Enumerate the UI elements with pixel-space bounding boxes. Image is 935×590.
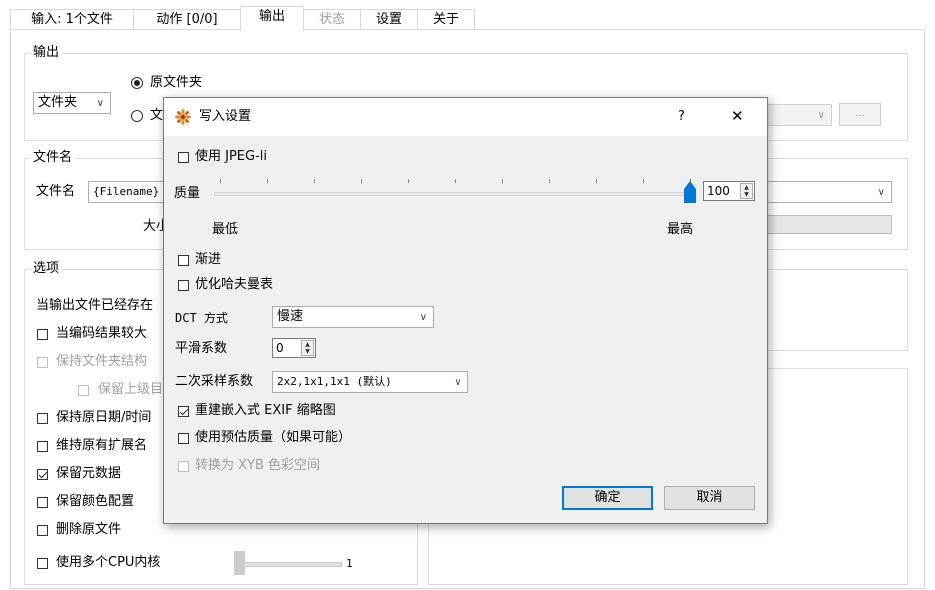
options-group-title: 选项 [30,261,63,277]
keep-folder-structure-checkbox[interactable] [37,357,48,368]
output-folder-combo-value: 文件夹 [38,95,78,110]
keep-parent-dir-checkbox[interactable] [78,385,89,396]
progressive-label: 渐进 [195,252,222,267]
quality-tick [267,179,268,183]
keep-extension-label: 维持原有扩展名 [56,438,148,453]
use-estimated-quality-checkbox[interactable] [178,433,189,444]
tab-settings[interactable]: 设置 [360,9,418,30]
cpu-slider-thumb[interactable] [234,551,245,575]
keep-color-profile-label: 保留颜色配置 [56,494,135,509]
subsampling-combo-value: 2x2,1x1,1x1 (默认) [277,375,392,388]
smooth-spinbox[interactable]: 0 ▲ ▼ [272,338,316,358]
optimize-huffman-checkbox[interactable] [178,280,189,291]
progressive-checkbox[interactable] [178,255,189,266]
keep-metadata-label: 保留元数据 [56,466,122,481]
delete-original-label: 删除原文件 [56,522,122,537]
quality-tick [220,179,221,183]
quality-tick [643,179,644,183]
quality-tick [314,179,315,183]
tab-actions[interactable]: 动作 [0/0] [133,9,241,30]
radio-other-folder-label: 文 [150,108,164,123]
help-button[interactable]: ? [678,109,685,125]
tab-output[interactable]: 输出 [240,6,304,31]
convert-xyb-checkbox[interactable] [178,461,189,472]
optimize-huffman-label: 优化哈夫曼表 [195,277,274,292]
quality-slider-thumb[interactable] [684,181,696,203]
tab-status[interactable]: 状态 [303,9,361,30]
app-icon [175,109,191,125]
rebuild-exif-checkbox[interactable] [178,406,189,417]
dialog-title: 写入设置 [199,109,252,124]
keep-color-profile-checkbox[interactable] [37,497,48,508]
quality-tick [408,179,409,183]
quality-tick [596,179,597,183]
radio-original-folder-label: 原文件夹 [150,75,203,90]
output-group-title: 输出 [30,45,63,61]
keep-parent-dir-label: 保留上级目 [98,382,164,397]
tab-about[interactable]: 关于 [417,9,475,30]
filename-format-combo[interactable]: ∨ [766,181,892,203]
quality-max-label: 最高 [667,222,694,237]
write-settings-dialog: 写入设置 ? ✕ 使用 JPEG-li 质量 100 ▲ ▼ 最低 最高 渐进 优… [163,97,768,524]
keep-date-checkbox[interactable] [37,413,48,424]
cpu-value: 1 [346,557,353,570]
smooth-label: 平滑系数 [175,341,228,356]
ok-button[interactable]: 确定 [562,486,653,510]
close-icon[interactable]: ✕ [731,108,744,124]
cpu-slider-track[interactable] [244,562,342,567]
chevron-down-icon: ∨ [877,187,885,198]
use-jpegli-label: 使用 JPEG-li [195,149,268,164]
encode-larger-checkbox[interactable] [37,329,48,340]
dct-label: DCT 方式 [175,311,228,325]
use-jpegli-checkbox[interactable] [178,152,189,163]
chevron-down-icon: ∨ [817,110,825,121]
quality-spinbox-value: 100 [707,184,730,198]
delete-original-checkbox[interactable] [37,525,48,536]
browse-button[interactable]: ... [839,103,881,126]
subsampling-combo[interactable]: 2x2,1x1,1x1 (默认) ∨ [272,371,468,393]
smooth-spinbox-value: 0 [276,341,284,355]
convert-xyb-label: 转换为 XYB 色彩空间 [195,458,321,473]
quality-tick [502,179,503,183]
quality-spinbox[interactable]: 100 ▲ ▼ [703,181,755,201]
chevron-down-icon: ∨ [419,312,427,323]
use-estimated-quality-label: 使用预估质量（如果可能） [195,430,352,445]
folder-path-combo[interactable]: ∨ [766,104,832,126]
dct-combo[interactable]: 慢速 ∨ [272,306,434,328]
chevron-down-icon: ∨ [96,98,104,109]
keep-extension-checkbox[interactable] [37,441,48,452]
filename-label: 文件名 [36,184,76,199]
rebuild-exif-label: 重建嵌入式 EXIF 缩略图 [195,403,336,418]
dct-combo-value: 慢速 [277,309,304,324]
quality-tick [361,179,362,183]
multi-cpu-checkbox[interactable] [37,558,48,569]
size-progress-bar [766,215,892,234]
subsampling-label: 二次采样系数 [175,374,254,389]
multi-cpu-label: 使用多个CPU内核 [56,555,161,570]
filename-input[interactable]: {Filename} [88,181,168,203]
quality-label: 质量 [174,186,201,201]
cancel-button[interactable]: 取消 [664,486,755,510]
spin-arrows-icon[interactable]: ▲ ▼ [740,183,753,199]
chevron-down-icon: ∨ [454,377,461,388]
quality-tick [549,179,550,183]
encode-larger-label: 当编码结果较大 [56,326,148,341]
spin-arrows-icon[interactable]: ▲ ▼ [301,340,314,356]
quality-tick [455,179,456,183]
keep-metadata-checkbox[interactable] [37,469,48,480]
keep-date-label: 保持原日期/时间 [56,410,152,425]
filename-group-title: 文件名 [30,150,76,166]
radio-original-folder[interactable] [131,77,143,89]
keep-folder-structure-label: 保持文件夹结构 [56,354,148,369]
dialog-titlebar: 写入设置 ? ✕ [164,98,767,136]
quality-slider-track[interactable] [214,192,690,196]
exists-label: 当输出文件已经存在 [36,298,154,313]
tab-input[interactable]: 输入: 1个文件 [10,9,134,30]
radio-other-folder[interactable] [131,110,143,122]
quality-min-label: 最低 [212,222,239,237]
output-folder-combo[interactable]: 文件夹 ∨ [33,92,111,114]
